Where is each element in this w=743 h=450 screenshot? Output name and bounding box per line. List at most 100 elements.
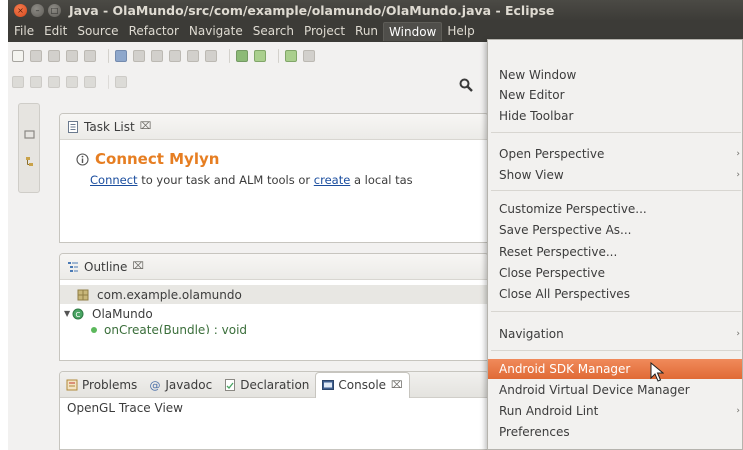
menu-item-android-virtual-device-manager[interactable]: Android Virtual Device Manager — [488, 380, 742, 400]
close-tab-icon[interactable]: ⌧ — [132, 261, 144, 272]
menu-item-label: Customize Perspective... — [499, 202, 647, 216]
menu-item-label: Preferences — [499, 425, 570, 439]
android-sdk-icon[interactable] — [236, 49, 248, 62]
bottom-panel: Problems @ Javadoc Declaration Console ⌧… — [59, 371, 489, 450]
submenu-arrow-icon: › — [736, 149, 740, 159]
menu-item-hide-toolbar[interactable]: Hide Toolbar — [488, 106, 742, 126]
tab-declaration[interactable]: Declaration — [218, 372, 315, 398]
tree-row-class[interactable]: ▼ C OlaMundo — [60, 304, 488, 323]
minimize-icon[interactable]: – — [31, 4, 44, 17]
menu-item-navigation[interactable]: Navigation › — [488, 324, 742, 344]
print-icon[interactable] — [84, 49, 96, 62]
external-tools-icon[interactable] — [151, 49, 163, 62]
mylyn-description: Connect to your task and ALM tools or cr… — [90, 173, 488, 187]
window-dropdown-menu: New Window New Editor Hide Toolbar Open … — [487, 39, 743, 450]
outline-view: Outline ⌧ com.example.olamundo ▼ C OlaMu… — [59, 253, 489, 361]
tab-javadoc[interactable]: @ Javadoc — [143, 372, 218, 398]
lint-icon[interactable] — [285, 49, 297, 62]
tab-problems[interactable]: Problems — [60, 372, 143, 398]
declaration-icon — [225, 378, 236, 391]
tab-outline[interactable]: Outline ⌧ — [60, 254, 488, 280]
menu-item-label: Open Perspective — [499, 147, 605, 161]
tab-console[interactable]: Console ⌧ — [315, 372, 410, 398]
minimized-views-trim — [18, 103, 40, 193]
save-all-icon[interactable] — [66, 49, 78, 62]
run-icon[interactable] — [133, 49, 145, 62]
task-list-view: Task List ⌧ Connect Mylyn Connect to you… — [59, 113, 489, 243]
new-file-icon[interactable] — [12, 49, 24, 62]
menu-search[interactable]: Search — [248, 22, 299, 41]
previous-annotation-icon[interactable] — [30, 76, 42, 88]
new-class-icon[interactable] — [205, 49, 217, 62]
forward-icon[interactable] — [84, 76, 96, 88]
android-avd-icon[interactable] — [254, 49, 266, 62]
dropdown-icon[interactable] — [303, 49, 315, 62]
tree-row-method[interactable]: onCreate(Bundle) : void — [60, 323, 488, 334]
menu-item-customize-perspective[interactable]: Customize Perspective... — [488, 199, 742, 219]
menu-separator — [491, 132, 741, 133]
close-tab-icon[interactable]: ⌧ — [391, 380, 403, 391]
javadoc-icon: @ — [150, 379, 161, 391]
menu-window[interactable]: Window — [383, 22, 443, 41]
menu-edit[interactable]: Edit — [39, 22, 72, 41]
info-icon — [76, 152, 89, 166]
submenu-arrow-icon: › — [736, 406, 740, 416]
menu-item-preferences[interactable]: Preferences — [488, 422, 742, 442]
method-icon — [91, 327, 97, 333]
tab-label: Javadoc — [165, 377, 213, 392]
menu-item-close-perspective[interactable]: Close Perspective — [488, 263, 742, 283]
menu-navigate[interactable]: Navigate — [184, 22, 248, 41]
expand-arrow-icon[interactable]: ▼ — [64, 309, 72, 318]
menu-run[interactable]: Run — [350, 22, 383, 41]
tree-row-package[interactable]: com.example.olamundo — [60, 285, 488, 304]
tree-label: onCreate(Bundle) : void — [104, 323, 248, 334]
next-annotation-icon[interactable] — [12, 76, 24, 88]
back-icon[interactable] — [66, 76, 78, 88]
dropdown-icon[interactable] — [30, 49, 42, 62]
package-explorer-icon[interactable] — [24, 129, 35, 140]
menu-item-save-perspective-as[interactable]: Save Perspective As... — [488, 220, 742, 240]
search-icon[interactable] — [456, 75, 476, 95]
toolbar-separator — [108, 48, 109, 63]
menu-item-show-view[interactable]: Show View › — [488, 165, 742, 185]
menu-item-open-perspective[interactable]: Open Perspective › — [488, 144, 742, 164]
mylyn-text-tail: a local tas — [350, 173, 413, 187]
close-tab-icon[interactable]: ⌧ — [140, 121, 152, 132]
menu-item-run-android-lint[interactable]: Run Android Lint › — [488, 401, 742, 421]
close-window-icon[interactable]: × — [14, 4, 27, 17]
submenu-arrow-icon: › — [736, 329, 740, 339]
menu-item-new-editor[interactable]: New Editor — [488, 85, 742, 105]
connect-link[interactable]: Connect — [90, 173, 138, 187]
maximize-icon[interactable]: □ — [48, 4, 61, 17]
menu-item-reset-perspective[interactable]: Reset Perspective... — [488, 242, 742, 262]
tree-label: com.example.olamundo — [97, 287, 242, 302]
tab-task-list[interactable]: Task List ⌧ — [60, 114, 488, 140]
new-java-project-icon[interactable] — [169, 49, 181, 62]
menu-item-close-all-perspectives[interactable]: Close All Perspectives — [488, 284, 742, 304]
create-link[interactable]: create — [314, 173, 351, 187]
menu-file[interactable]: File — [9, 22, 39, 41]
debug-icon[interactable] — [115, 49, 127, 62]
svg-text:C: C — [76, 311, 81, 319]
menu-item-label: Navigation — [499, 327, 564, 341]
menu-help[interactable]: Help — [442, 22, 479, 41]
tab-label: Task List — [84, 119, 135, 134]
save-icon[interactable] — [48, 49, 60, 62]
last-edit-icon[interactable] — [48, 76, 60, 88]
menu-refactor[interactable]: Refactor — [124, 22, 184, 41]
menu-item-label: Save Perspective As... — [499, 223, 632, 237]
pin-editor-icon[interactable] — [115, 76, 127, 88]
tab-label: Problems — [82, 377, 138, 392]
menu-separator — [491, 311, 741, 312]
menu-source[interactable]: Source — [72, 22, 123, 41]
title-bar: × – □ Java - OlaMundo/src/com/example/ol… — [8, 0, 743, 21]
menu-item-label: Reset Perspective... — [499, 245, 618, 259]
menu-project[interactable]: Project — [299, 22, 350, 41]
menu-item-new-window[interactable]: New Window — [488, 65, 742, 85]
new-package-icon[interactable] — [187, 49, 199, 62]
hierarchy-icon[interactable] — [24, 156, 35, 167]
menu-item-android-sdk-manager[interactable]: Android SDK Manager — [488, 359, 742, 379]
menu-separator — [491, 350, 741, 351]
submenu-arrow-icon: › — [736, 170, 740, 180]
problems-icon — [66, 379, 78, 390]
